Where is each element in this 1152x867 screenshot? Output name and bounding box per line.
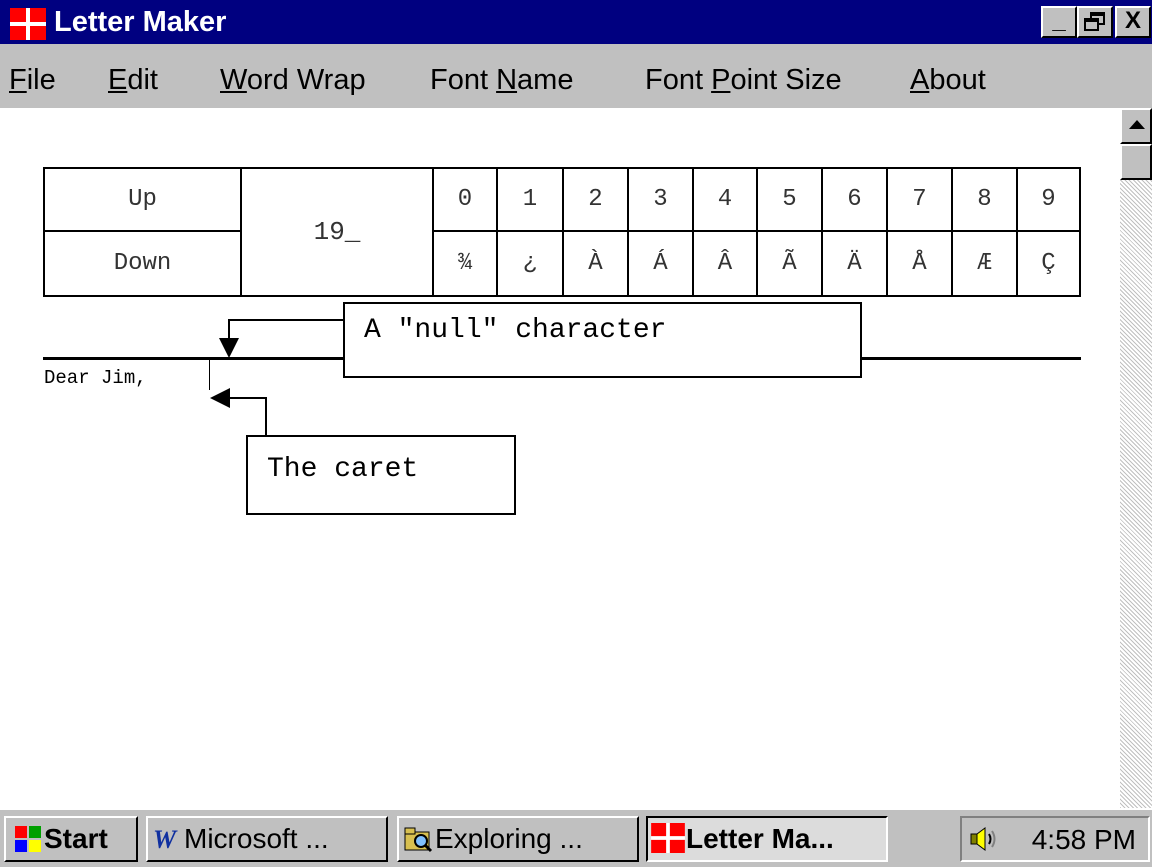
char-button-7[interactable]: Å — [888, 232, 951, 295]
windows-logo-icon — [15, 826, 41, 852]
menu-word-wrap-label: ord Wrap — [246, 64, 366, 96]
menu-file-label: ile — [26, 64, 56, 96]
digit-button-5[interactable]: 5 — [758, 169, 821, 230]
menu-font-point-size[interactable]: Font Point Size — [645, 60, 842, 100]
minimize-button[interactable]: _ — [1041, 6, 1077, 38]
menu-font-point-size-prefix: Font — [645, 64, 712, 96]
document-area[interactable]: Up Down 19_ 0123456789 ¾ ¿ À Á Â Ã Ä Å Æ Ç Dear J… — [0, 108, 1120, 808]
char-button-4[interactable]: Â — [694, 232, 756, 295]
taskbar-button-microsoft-word[interactable]: W Microsoft ... — [146, 816, 388, 862]
digit-button-7[interactable]: 7 — [888, 169, 951, 230]
char-button-2[interactable]: À — [564, 232, 627, 295]
down-button[interactable]: Down — [45, 232, 240, 295]
null-character-callout: A "null" character — [343, 302, 862, 378]
digit-button-4[interactable]: 4 — [694, 169, 756, 230]
menu-word-wrap[interactable]: Word Wrap — [220, 60, 366, 100]
digit-button-1[interactable]: 1 — [498, 169, 562, 230]
scroll-up-button[interactable] — [1120, 108, 1152, 144]
taskbar-button-exploring[interactable]: Exploring ... — [397, 816, 639, 862]
taskbar-button-label: Letter Ma... — [686, 823, 834, 854]
menu-bar: File Edit Word Wrap Font Name Font Point… — [0, 52, 1152, 108]
menu-font-name-prefix: Font — [430, 64, 497, 96]
window-title: Letter Maker — [54, 6, 227, 38]
char-button-3[interactable]: Á — [629, 232, 692, 295]
taskbar-button-letter-maker[interactable]: Letter Ma... — [646, 816, 888, 862]
char-button-1[interactable]: ¿ — [498, 232, 562, 295]
menu-font-name-mnemonic: N — [496, 64, 518, 96]
menu-file[interactable]: File — [9, 60, 56, 100]
svg-text:W: W — [153, 825, 178, 854]
menu-about-mnemonic: A — [910, 64, 930, 96]
caret — [209, 359, 210, 390]
digit-button-2[interactable]: 2 — [564, 169, 627, 230]
menu-edit[interactable]: Edit — [108, 60, 158, 100]
digit-button-0[interactable]: 0 — [434, 169, 496, 230]
up-button[interactable]: Up — [45, 169, 240, 230]
scroll-thumb[interactable] — [1120, 144, 1152, 180]
explorer-icon — [404, 827, 433, 853]
taskbar-button-label: Microsoft ... — [184, 823, 329, 854]
letter-maker-taskbar-icon — [651, 823, 685, 853]
minimize-icon: _ — [1052, 7, 1066, 34]
start-label: Start — [44, 823, 108, 854]
menu-about-label: bout — [929, 64, 986, 96]
character-picker: Up Down 19_ 0123456789 ¾ ¿ À Á Â Ã Ä Å Æ Ç — [43, 167, 1081, 297]
close-button[interactable]: X — [1115, 6, 1151, 38]
char-button-8[interactable]: Æ — [953, 232, 1016, 295]
taskbar-button-label: Exploring ... — [435, 823, 583, 854]
letter-maker-app-icon — [10, 8, 46, 40]
menu-about[interactable]: About — [910, 60, 986, 100]
menu-word-wrap-mnemonic: W — [220, 64, 247, 96]
scroll-up-icon — [1129, 120, 1145, 129]
menu-font-point-size-mnemonic: P — [711, 64, 731, 96]
menu-edit-mnemonic: E — [108, 64, 128, 96]
vertical-scrollbar[interactable] — [1120, 108, 1152, 808]
char-button-5[interactable]: Ã — [758, 232, 821, 295]
code-display: 19_ — [313, 217, 361, 247]
menu-edit-label: dit — [127, 64, 158, 96]
system-tray: 4:58 PM — [960, 816, 1150, 862]
menu-file-mnemonic: F — [9, 64, 27, 96]
speaker-icon[interactable] — [968, 824, 998, 854]
letter-text[interactable]: Dear Jim, — [44, 366, 147, 390]
caret-callout: The caret — [246, 435, 516, 515]
char-button-0[interactable]: ¾ — [434, 232, 496, 295]
restore-icon — [1084, 12, 1105, 31]
digit-button-6[interactable]: 6 — [823, 169, 886, 230]
digit-button-3[interactable]: 3 — [629, 169, 692, 230]
title-bar[interactable]: Letter Maker _ X — [0, 0, 1152, 44]
char-button-6[interactable]: Ä — [823, 232, 886, 295]
digit-button-9[interactable]: 9 — [1018, 169, 1079, 230]
caret-arrow — [210, 388, 267, 435]
close-icon: X — [1124, 7, 1141, 34]
word-icon: W — [153, 825, 178, 854]
clock[interactable]: 4:58 PM — [1032, 820, 1136, 860]
taskbar: Start W Microsoft ... Exploring ... Lett… — [0, 808, 1152, 867]
digit-button-8[interactable]: 8 — [953, 169, 1016, 230]
menu-font-point-size-label: oint Size — [730, 64, 842, 96]
start-button[interactable]: Start — [4, 816, 138, 862]
menu-font-name[interactable]: Font Name — [430, 60, 573, 100]
null-char-arrow — [219, 319, 343, 358]
char-button-9[interactable]: Ç — [1018, 232, 1079, 295]
menu-font-name-label: ame — [517, 64, 574, 96]
restore-button[interactable] — [1077, 6, 1113, 38]
